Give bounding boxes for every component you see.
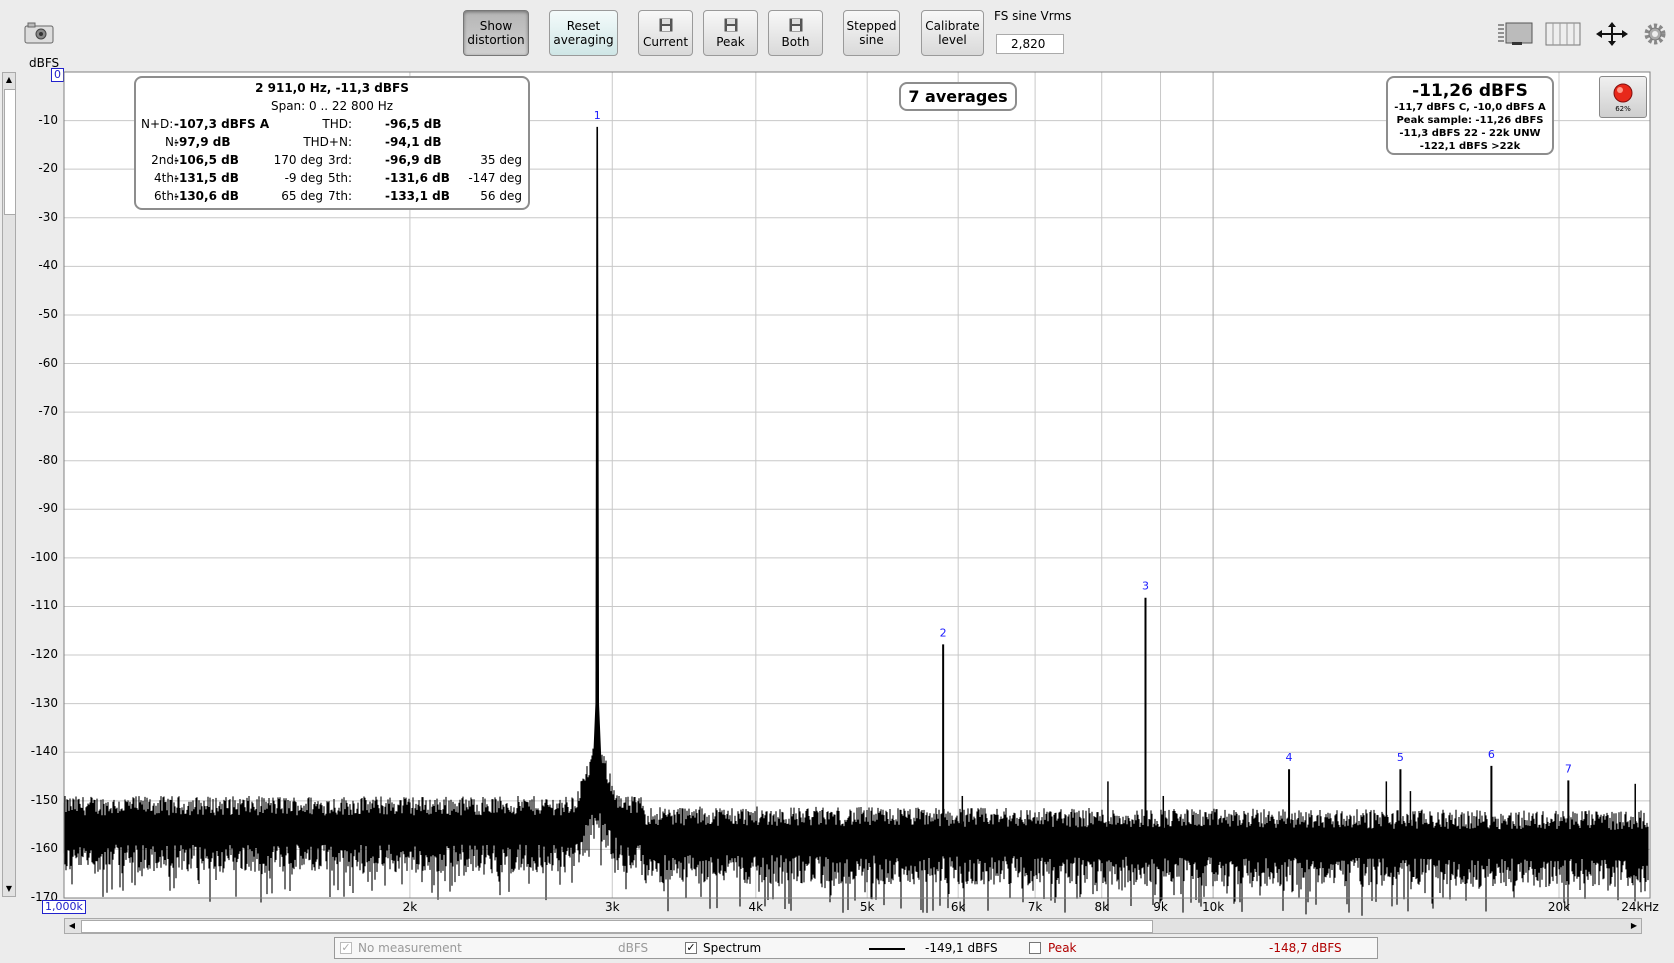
h2-phase: 170 deg — [273, 153, 323, 167]
thd-value: -96,5 dB — [385, 117, 442, 131]
vertical-scroll-thumb[interactable] — [4, 89, 16, 215]
averages-badge: 7 averages — [899, 82, 1017, 111]
h5-value: -131,6 dB — [385, 171, 450, 185]
harmonic-label: 1 — [594, 109, 601, 122]
scroll-down-arrow[interactable]: ▼ — [3, 882, 15, 896]
thdn-value: -94,1 dB — [385, 135, 442, 149]
level-line-2: Peak sample: -11,26 dBFS — [1396, 115, 1544, 126]
h6-value: -130,6 dB — [174, 189, 239, 203]
h2-value: -106,5 dB — [174, 153, 239, 167]
h5-phase: -147 deg — [468, 171, 522, 185]
thdn-label: THD+N: — [303, 135, 352, 149]
level-line-1: -11,7 dBFS C, -10,0 dBFS A — [1394, 102, 1546, 113]
record-button[interactable]: 62% — [1599, 76, 1647, 118]
spectrum-line-swatch — [869, 948, 905, 950]
level-line-3: -11,3 dBFS 22 - 22k UNW — [1399, 128, 1541, 139]
no-measurement-label: No measurement — [358, 941, 462, 955]
peak-checkbox[interactable] — [1029, 942, 1041, 954]
vertical-scrollbar[interactable]: ▲ ▼ — [2, 72, 16, 897]
nd-label: N+D: — [141, 117, 174, 131]
peak-label: Peak — [1048, 941, 1077, 955]
peak-value: -148,7 dBFS — [1269, 941, 1342, 955]
h7-phase: 56 deg — [480, 189, 522, 203]
h4-value: -131,5 dB — [174, 171, 239, 185]
h5-label: 5th: — [328, 171, 352, 185]
horizontal-scrollbar[interactable]: ◀ ▶ — [64, 918, 1642, 934]
no-measurement-unit: dBFS — [618, 941, 649, 955]
span-info: Span: 0 .. 22 800 Hz — [270, 99, 394, 113]
scroll-left-arrow[interactable]: ◀ — [65, 919, 79, 933]
legend-bar: ✓ No measurement dBFS ✓ Spectrum -149,1 … — [334, 937, 1378, 959]
h7-value: -133,1 dB — [385, 189, 450, 203]
spectrum-value: -149,1 dBFS — [925, 941, 998, 955]
h3-phase: 35 deg — [480, 153, 522, 167]
harmonic-label: 2 — [940, 626, 947, 639]
harmonic-label: 3 — [1142, 580, 1149, 593]
harmonic-label: 7 — [1565, 762, 1572, 775]
harmonic-label: 5 — [1397, 751, 1404, 764]
spectrum-checkbox[interactable]: ✓ — [685, 942, 697, 954]
n-value: -97,9 dB — [174, 135, 231, 149]
scroll-right-arrow[interactable]: ▶ — [1627, 919, 1641, 933]
record-percent: 62% — [1615, 105, 1631, 113]
fundamental-info: 2 911,0 Hz, -11,3 dBFS — [255, 81, 409, 95]
harmonic-label: 6 — [1488, 748, 1495, 761]
h7-label: 7th: — [328, 189, 352, 203]
thd-label: THD: — [322, 117, 352, 131]
nd-value: -107,3 dBFS A — [174, 117, 270, 131]
spectrum-label: Spectrum — [703, 941, 762, 955]
h6-phase: 65 deg — [281, 189, 323, 203]
no-measurement-checkbox[interactable]: ✓ — [340, 942, 352, 954]
level-info-box: -11,26 dBFS -11,7 dBFS C, -10,0 dBFS A P… — [1386, 76, 1554, 155]
horizontal-scroll-thumb[interactable] — [81, 920, 1153, 933]
level-main: -11,26 dBFS — [1412, 81, 1528, 101]
distortion-info-box: 2 911,0 Hz, -11,3 dBFS Span: 0 .. 22 800… — [134, 76, 530, 210]
h3-value: -96,9 dB — [385, 153, 442, 167]
scroll-up-arrow[interactable]: ▲ — [3, 73, 15, 87]
harmonic-label: 4 — [1286, 751, 1293, 764]
h3-label: 3rd: — [327, 153, 352, 167]
level-line-4: -122,1 dBFS >22k — [1419, 141, 1521, 152]
h4-phase: -9 deg — [284, 171, 323, 185]
